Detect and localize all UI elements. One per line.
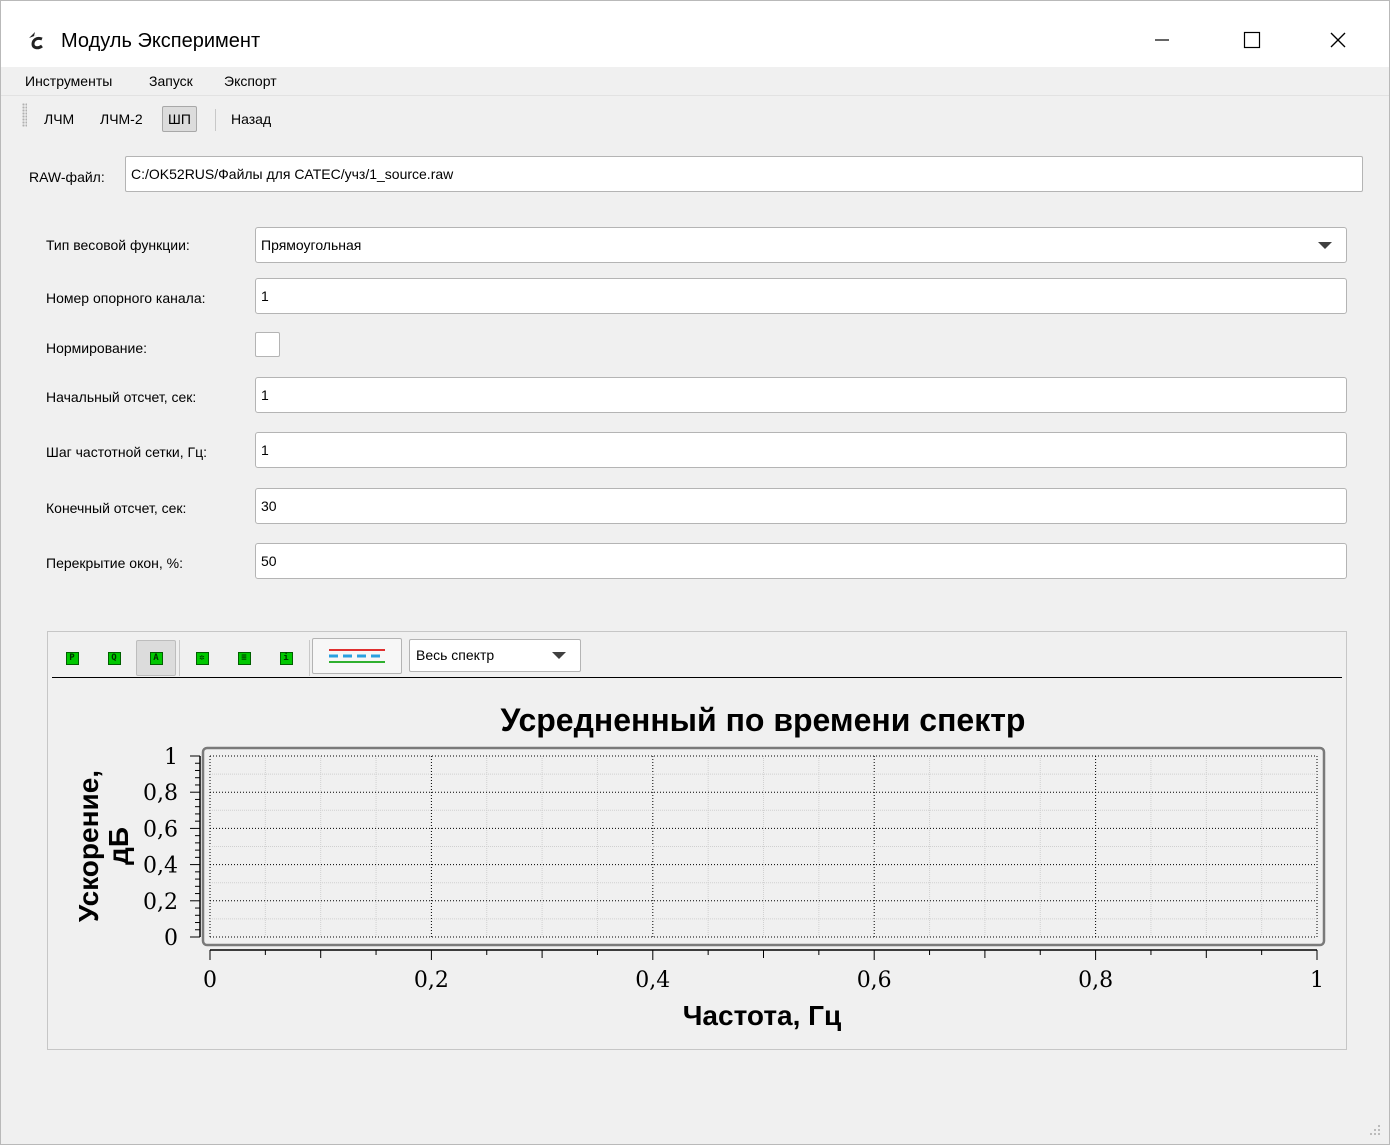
- x-tick-label: 0: [203, 968, 217, 993]
- y-tick-label: 0,6: [143, 817, 178, 842]
- app-window: Модуль Эксперимент Инструменты Запуск Эк…: [0, 0, 1390, 1145]
- toolbar-separator: [215, 109, 216, 131]
- menu-export[interactable]: Экспорт: [224, 72, 277, 90]
- y-tick-label: 0: [164, 926, 178, 951]
- start-sample-input[interactable]: 1: [255, 377, 1347, 413]
- y-tick-label: 0,4: [143, 854, 178, 879]
- menu-instruments[interactable]: Инструменты: [25, 72, 112, 90]
- x-tick-label: 0,8: [1078, 968, 1113, 993]
- freq-step-label: Шаг частотной сетки, Гц:: [46, 444, 208, 460]
- plot-panel: P Q A ✲ ≡ i Весь спектр Усредненный по в…: [47, 631, 1347, 1050]
- start-sample-label: Начальный отсчет, сек:: [46, 389, 197, 405]
- overlap-label: Перекрытие окон, %:: [46, 555, 184, 571]
- normalization-label: Нормирование:: [46, 340, 147, 356]
- y-axis-label-line1: Ускорение,: [73, 770, 104, 922]
- overlap-input[interactable]: 50: [255, 543, 1347, 579]
- chevron-down-icon: [1318, 242, 1332, 249]
- chart-title: Усредненный по времени спектр: [501, 702, 1026, 738]
- minimize-icon: [1155, 39, 1169, 41]
- ref-channel-input[interactable]: 1: [255, 278, 1347, 314]
- window-title: Модуль Эксперимент: [61, 30, 261, 52]
- close-icon: [1330, 32, 1346, 48]
- title-bar: Модуль Эксперимент: [1, 1, 1389, 67]
- x-tick-label: 1: [1310, 968, 1324, 993]
- ref-channel-label: Номер опорного канала:: [46, 290, 206, 306]
- tab-shp[interactable]: ШП: [162, 106, 197, 132]
- window-type-value: Прямоугольная: [261, 237, 362, 253]
- x-axis-label: Частота, Гц: [683, 1000, 842, 1031]
- raw-file-input[interactable]: C:/OK52RUS/Файлы для CATEC/учз/1_source.…: [125, 156, 1363, 192]
- y-tick-label: 0,8: [143, 781, 178, 806]
- window-type-label: Тип весовой функции:: [46, 237, 190, 253]
- close-button[interactable]: [1307, 17, 1369, 63]
- mode-toolbar: ЛЧМ ЛЧМ-2 ШП Назад: [1, 97, 1389, 139]
- maximize-icon: [1243, 31, 1261, 49]
- spectrum-chart[interactable]: Усредненный по времени спектр 0 0,2 0,4 0,6…: [48, 632, 1346, 1049]
- chart-grid: [209, 755, 1318, 938]
- y-axis: 0 0,2 0,4 0,6 0,8 1: [143, 745, 201, 951]
- x-tick-label: 0,6: [857, 968, 892, 993]
- y-tick-label: 1: [164, 745, 178, 770]
- resize-grip-icon[interactable]: [1367, 1122, 1381, 1136]
- menu-run[interactable]: Запуск: [149, 72, 193, 90]
- app-logo-icon: [29, 32, 43, 50]
- raw-file-label: RAW-файл:: [29, 169, 105, 185]
- tab-lchm[interactable]: ЛЧМ: [39, 106, 79, 132]
- normalization-checkbox[interactable]: [255, 332, 280, 357]
- menu-bar: Инструменты Запуск Экспорт: [1, 67, 1389, 96]
- x-axis: 0 0,2 0,4 0,6 0,8 1: [203, 949, 1324, 993]
- end-sample-input[interactable]: 30: [255, 488, 1347, 524]
- toolbar-grip[interactable]: [22, 103, 27, 127]
- end-sample-label: Конечный отсчет, сек:: [46, 500, 187, 516]
- x-tick-label: 0,2: [414, 968, 449, 993]
- back-button[interactable]: Назад: [226, 106, 276, 132]
- freq-step-input[interactable]: 1: [255, 432, 1347, 468]
- maximize-button[interactable]: [1221, 17, 1283, 63]
- window-type-select[interactable]: Прямоугольная: [255, 227, 1347, 263]
- minimize-button[interactable]: [1131, 17, 1193, 63]
- x-tick-label: 0,4: [635, 968, 670, 993]
- tab-lchm-2[interactable]: ЛЧМ-2: [95, 106, 148, 132]
- y-axis-label-line2: дБ: [103, 827, 134, 865]
- y-tick-label: 0,2: [143, 890, 178, 915]
